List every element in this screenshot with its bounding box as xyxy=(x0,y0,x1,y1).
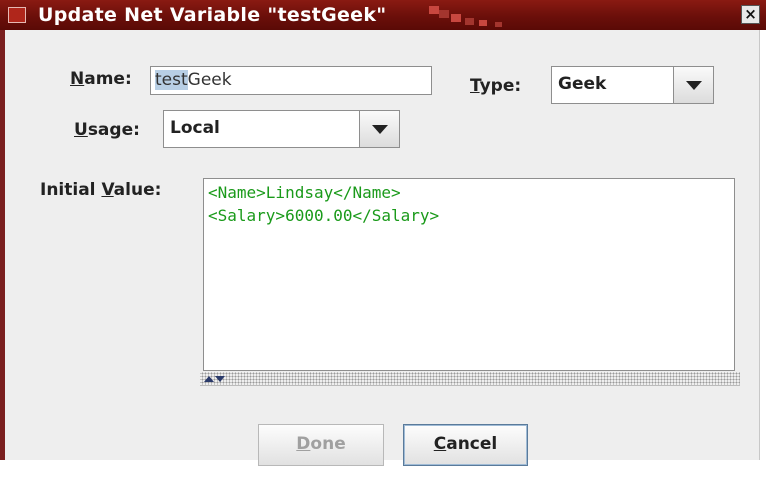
chevron-down-icon xyxy=(686,81,702,90)
close-icon: × xyxy=(744,5,757,23)
type-dropdown-button[interactable] xyxy=(673,67,713,103)
initial-value-textarea[interactable]: <Name>Lindsay</Name> <Salary>6000.00</Sa… xyxy=(203,178,735,371)
chevron-down-icon xyxy=(372,125,388,134)
title-decoration-icon xyxy=(429,6,502,27)
dialog-title: Update Net Variable "testGeek" xyxy=(38,4,387,26)
usage-label: Usage: xyxy=(74,120,140,140)
name-selected-text: test xyxy=(155,70,188,90)
type-label: Type: xyxy=(470,76,522,96)
type-combobox[interactable]: Geek xyxy=(551,66,714,104)
usage-dropdown-button[interactable] xyxy=(359,111,399,147)
cancel-button[interactable]: Cancel xyxy=(403,424,528,466)
initial-value-line: <Name>Lindsay</Name> xyxy=(208,183,401,202)
splitter-arrows-icon[interactable] xyxy=(204,374,226,384)
close-button[interactable]: × xyxy=(741,5,760,24)
name-label: Name: xyxy=(70,69,132,89)
initial-value-line: <Salary>6000.00</Salary> xyxy=(208,206,440,225)
usage-value: Local xyxy=(170,118,220,138)
app-icon xyxy=(8,7,26,23)
usage-combobox[interactable]: Local xyxy=(163,110,400,148)
name-field[interactable]: testGeek xyxy=(150,66,432,95)
splitter-bar[interactable] xyxy=(200,372,740,386)
type-value: Geek xyxy=(558,74,607,94)
name-rest-text: Geek xyxy=(187,70,232,90)
done-button[interactable]: Done xyxy=(258,424,384,466)
title-bar[interactable]: Update Net Variable "testGeek" × xyxy=(0,0,766,30)
initial-value-label: Initial Value: xyxy=(40,180,162,200)
